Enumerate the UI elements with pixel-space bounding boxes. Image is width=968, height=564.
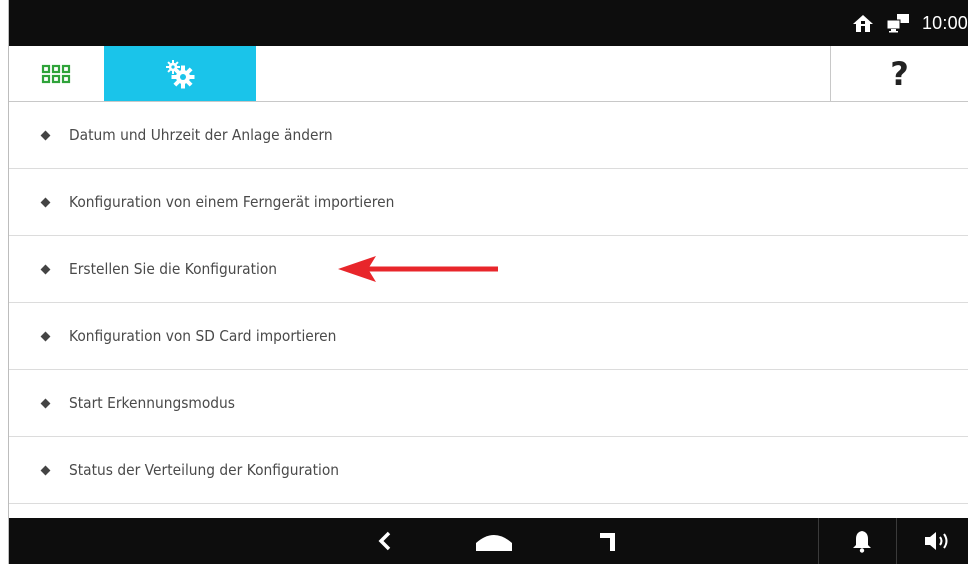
- bullet-icon: [40, 264, 51, 274]
- bullet-icon: [40, 130, 51, 140]
- menu-item-label: Start Erkennungsmodus: [69, 394, 236, 412]
- app-screen: 10:00 ? Datum und Uhrzeit der Anlage änd…: [0, 0, 968, 564]
- menu-item-label: Konfiguration von SD Card importieren: [69, 327, 337, 345]
- menu-item-distribution-status[interactable]: Status der Verteilung der Konfiguration: [8, 437, 968, 504]
- red-arrow-annotation: [338, 256, 498, 282]
- bullet-icon: [40, 331, 51, 341]
- settings-menu-list: Datum und Uhrzeit der Anlage ändern Konf…: [8, 102, 968, 504]
- bullet-icon: [40, 398, 51, 408]
- nav-divider: [818, 518, 819, 564]
- recent-apps-button[interactable]: [578, 518, 638, 564]
- status-icons: 10:00: [852, 0, 968, 46]
- back-button[interactable]: [355, 518, 415, 564]
- nav-divider: [896, 518, 897, 564]
- bullet-icon: [40, 465, 51, 475]
- menu-item-import-remote[interactable]: Konfiguration von einem Ferngerät import…: [8, 169, 968, 236]
- recent-apps-icon: [598, 530, 618, 552]
- home-status-icon: [852, 13, 874, 33]
- volume-icon: [923, 530, 953, 552]
- status-bar: 10:00: [8, 0, 968, 46]
- top-toolbar: ?: [8, 46, 968, 102]
- menu-item-import-sd[interactable]: Konfiguration von SD Card importieren: [8, 303, 968, 370]
- apps-grid-icon: [41, 64, 71, 84]
- help-button[interactable]: ?: [830, 46, 968, 101]
- home-icon: [475, 530, 513, 552]
- menu-item-label: Erstellen Sie die Konfiguration: [69, 260, 278, 278]
- menu-item-discovery-mode[interactable]: Start Erkennungsmodus: [8, 370, 968, 437]
- menu-item-label: Konfiguration von einem Ferngerät import…: [69, 193, 395, 211]
- apps-button[interactable]: [8, 46, 104, 101]
- menu-item-label: Datum und Uhrzeit der Anlage ändern: [69, 126, 333, 144]
- menu-item-date-time[interactable]: Datum und Uhrzeit der Anlage ändern: [8, 102, 968, 169]
- bullet-icon: [40, 197, 51, 207]
- network-status-icon: [886, 13, 910, 33]
- navigation-bar: [8, 518, 968, 564]
- bell-button[interactable]: [832, 518, 892, 564]
- volume-button[interactable]: [908, 518, 968, 564]
- bell-icon: [852, 529, 872, 553]
- settings-tab[interactable]: [104, 46, 256, 101]
- home-button[interactable]: [464, 518, 524, 564]
- menu-item-label: Status der Verteilung der Konfiguration: [69, 461, 340, 479]
- gears-icon: [165, 59, 195, 89]
- back-icon: [378, 531, 392, 551]
- status-time: 10:00: [921, 12, 968, 33]
